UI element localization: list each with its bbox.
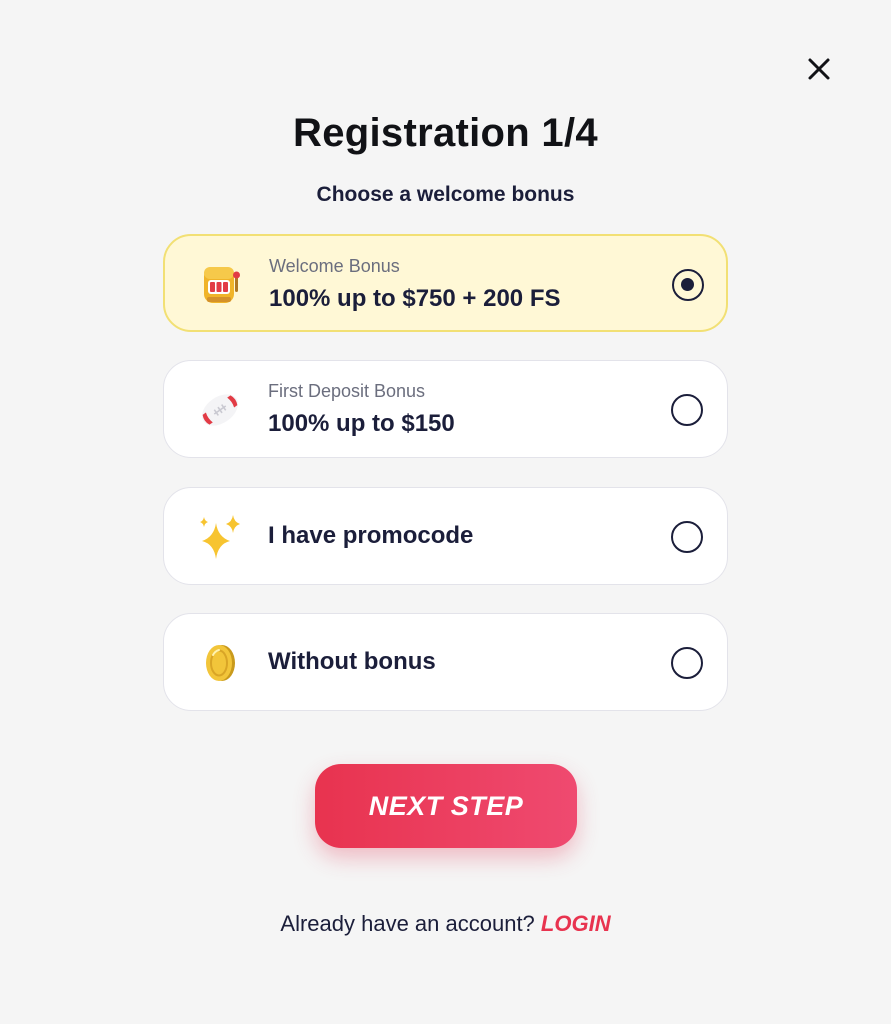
page-subtitle: Choose a welcome bonus — [316, 183, 575, 206]
option-value: 100% up to $150 — [268, 410, 455, 437]
bonus-option-welcome[interactable]: Welcome Bonus 100% up to $750 + 200 FS — [163, 234, 728, 332]
bonus-option-promocode[interactable]: I have promocode — [163, 487, 728, 585]
radio-dot — [681, 278, 694, 291]
bonus-option-without-bonus[interactable]: Without bonus — [163, 613, 728, 711]
radio-button-selected[interactable] — [672, 269, 704, 301]
slot-machine-icon — [197, 261, 245, 309]
sparkles-icon — [196, 513, 244, 561]
radio-button[interactable] — [671, 394, 703, 426]
football-icon — [196, 386, 244, 434]
radio-button[interactable] — [671, 521, 703, 553]
page-title: Registration 1/4 — [293, 111, 598, 155]
next-step-button[interactable]: NEXT STEP — [315, 764, 577, 848]
login-link[interactable]: LOGIN — [541, 911, 611, 936]
login-prompt: Already have an account? LOGIN — [0, 910, 891, 938]
option-caption: First Deposit Bonus — [268, 381, 426, 401]
close-button[interactable] — [803, 53, 835, 85]
option-label: I have promocode — [268, 522, 474, 549]
account-question: Already have an account? — [280, 911, 535, 936]
coin-icon — [196, 639, 244, 687]
radio-button[interactable] — [671, 647, 703, 679]
option-label: Without bonus — [268, 648, 436, 675]
close-icon — [808, 58, 830, 80]
bonus-option-first-deposit[interactable]: First Deposit Bonus 100% up to $150 — [163, 360, 728, 458]
option-caption: Welcome Bonus — [269, 256, 400, 276]
option-value: 100% up to $750 + 200 FS — [269, 285, 561, 312]
